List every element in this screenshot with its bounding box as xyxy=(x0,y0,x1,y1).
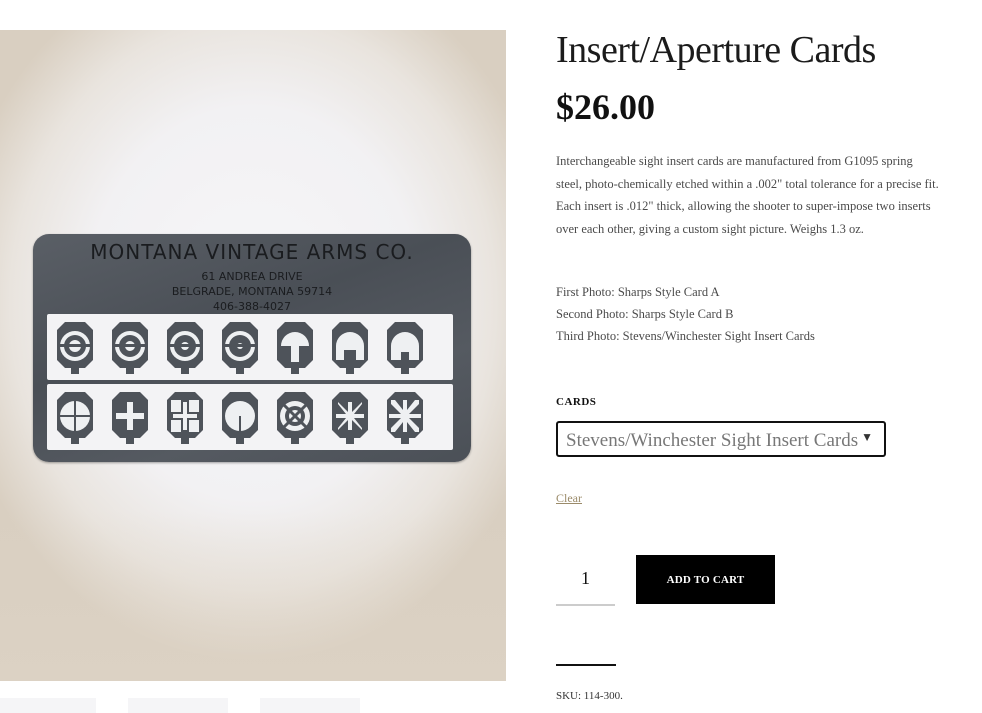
product-sku: SKU: 114-300. xyxy=(556,690,623,702)
cross-insert-icon xyxy=(167,392,203,444)
ring-aperture-insert-icon xyxy=(57,322,93,374)
quantity-input[interactable]: 1 xyxy=(556,558,615,606)
maltese-cross-insert-icon xyxy=(332,392,368,444)
card-engraving-name: MONTANA VINTAGE ARMS CO. xyxy=(90,240,414,264)
product-title: Insert/Aperture Cards xyxy=(556,29,876,71)
post-insert-icon xyxy=(277,322,313,374)
ring-cross-insert-icon xyxy=(277,392,313,444)
chevron-down-icon: ▼ xyxy=(861,430,873,444)
cards-variation-label: CARDS xyxy=(556,396,597,408)
insert-row-bottom xyxy=(51,390,429,444)
post-insert-icon xyxy=(332,322,368,374)
gallery-thumbnail[interactable] xyxy=(0,698,96,713)
product-description: Interchangeable sight insert cards are m… xyxy=(556,154,939,236)
clear-selection-link[interactable]: Clear xyxy=(556,491,582,506)
ring-aperture-insert-icon xyxy=(167,322,203,374)
gallery-thumbnail[interactable] xyxy=(260,698,360,713)
photo-captions: First Photo: Sharps Style Card A Second … xyxy=(556,281,941,347)
ring-aperture-insert-icon xyxy=(112,322,148,374)
photo-caption: Third Photo: Stevens/Winchester Sight In… xyxy=(556,329,815,343)
card-engraving-phone: 406-388-4027 xyxy=(213,300,291,313)
gallery-thumbnails xyxy=(0,698,506,713)
product-price: $26.00 xyxy=(556,87,655,127)
insert-row-top xyxy=(51,320,429,374)
card-engraving-street: 61 ANDREA DRIVE xyxy=(201,270,303,283)
gallery-thumbnail[interactable] xyxy=(128,698,228,713)
cross-insert-icon xyxy=(112,392,148,444)
photo-caption: Second Photo: Sharps Style Card B xyxy=(556,307,734,321)
divider xyxy=(556,664,616,666)
crosshair-insert-icon xyxy=(57,392,93,444)
globe-post-insert-icon xyxy=(222,392,258,444)
cards-select[interactable]: Stevens/Winchester Sight Insert Cards ▼ xyxy=(556,421,886,457)
maltese-cross-insert-icon xyxy=(387,392,423,444)
insert-card-photo: MONTANA VINTAGE ARMS CO. 61 ANDREA DRIVE… xyxy=(33,234,471,462)
photo-caption: First Photo: Sharps Style Card A xyxy=(556,285,720,299)
add-to-cart-button[interactable]: ADD TO CART xyxy=(636,555,775,604)
ring-aperture-insert-icon xyxy=(222,322,258,374)
card-engraving-city: BELGRADE, MONTANA 59714 xyxy=(171,285,333,298)
product-image[interactable]: MONTANA VINTAGE ARMS CO. 61 ANDREA DRIVE… xyxy=(0,30,506,681)
cards-select-value: Stevens/Winchester Sight Insert Cards xyxy=(566,430,859,451)
post-insert-icon xyxy=(387,322,423,374)
